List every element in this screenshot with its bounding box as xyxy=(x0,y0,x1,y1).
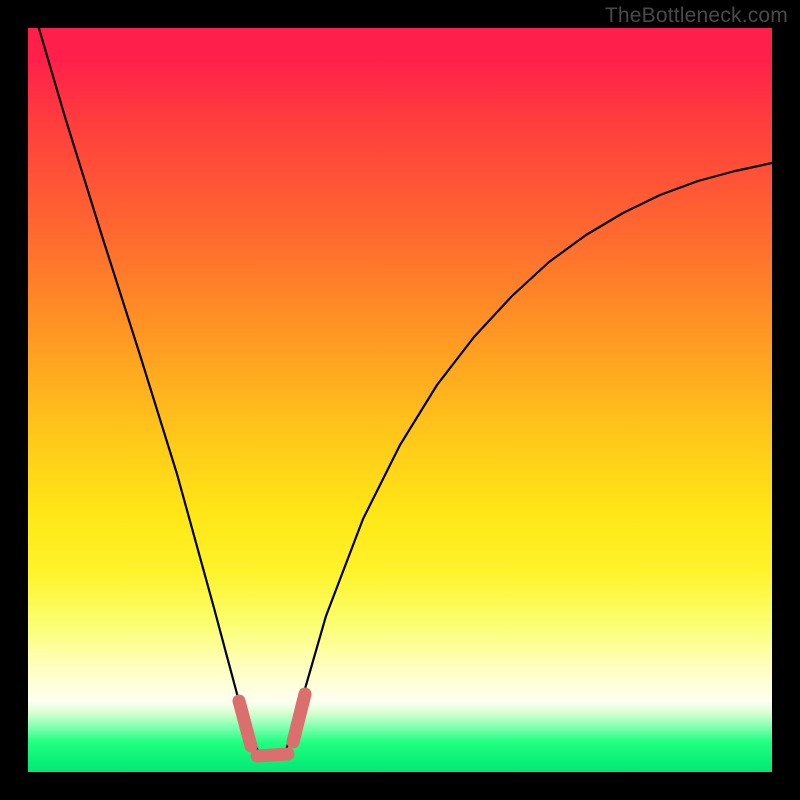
left-marker-segment xyxy=(239,701,251,746)
watermark-text: TheBottleneck.com xyxy=(605,4,788,28)
chart-plot-area xyxy=(28,28,772,772)
chart-svg xyxy=(28,28,772,772)
floor-marker-segment xyxy=(257,754,288,756)
chart-frame: TheBottleneck.com xyxy=(0,0,800,800)
right-marker-segment xyxy=(293,694,305,742)
bottleneck-curve xyxy=(28,28,772,757)
